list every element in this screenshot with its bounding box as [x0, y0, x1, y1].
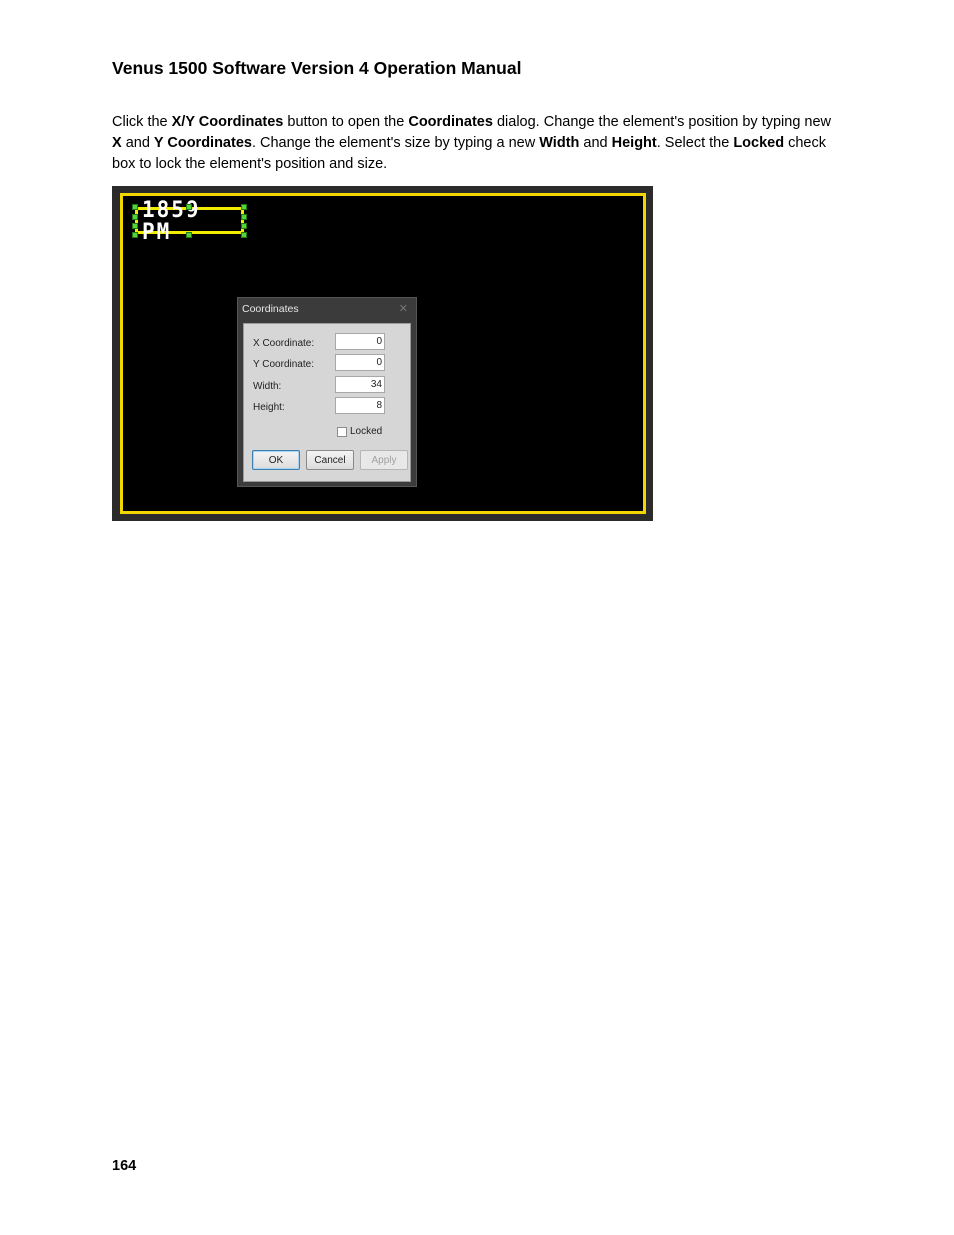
intro-text: dialog. Change the element's position by… — [492, 114, 832, 130]
y-coordinate-label: Y Coordinate: — [253, 359, 314, 370]
ok-button[interactable]: OK — [252, 450, 300, 470]
document-title: Venus 1500 Software Version 4 Operation … — [112, 58, 522, 78]
height-input[interactable] — [335, 397, 385, 414]
height-label: Height: — [253, 402, 285, 413]
resize-handle[interactable] — [241, 223, 247, 229]
intro-bold: Y Coordinates — [153, 135, 252, 151]
intro-text: . Change the element's size by typing a … — [251, 135, 540, 151]
y-coordinate-input[interactable] — [335, 354, 385, 371]
page-number: 164 — [112, 1158, 137, 1174]
locked-checkbox[interactable] — [337, 426, 347, 437]
cancel-button[interactable]: Cancel — [306, 450, 354, 470]
width-input[interactable] — [335, 376, 385, 393]
close-icon[interactable]: ✕ — [399, 302, 408, 315]
intro-bold: X/Y Coordinates — [171, 114, 284, 130]
sign-canvas[interactable]: 1859 PM Coordinates ✕ X Coordinate: Y Co… — [120, 193, 646, 514]
locked-option[interactable]: Locked — [337, 426, 382, 437]
intro-bold: Width — [539, 135, 580, 151]
intro-text: . Select the — [656, 135, 734, 151]
dialog-title: Coordinates — [242, 303, 299, 315]
resize-handle[interactable] — [132, 214, 138, 220]
x-coordinate-label: X Coordinate: — [253, 338, 315, 349]
intro-text: and — [121, 135, 154, 151]
editor-screenshot: 1859 PM Coordinates ✕ X Coordinate: Y Co… — [112, 186, 653, 521]
resize-handle[interactable] — [241, 204, 247, 210]
intro-text: button to open the — [283, 114, 409, 130]
selected-time-element[interactable]: 1859 PM — [135, 198, 244, 242]
intro-text: Click the — [112, 114, 172, 130]
resize-handle[interactable] — [186, 232, 192, 238]
resize-handle[interactable] — [186, 204, 192, 210]
intro-bold: X — [112, 135, 122, 151]
resize-handle[interactable] — [132, 232, 138, 238]
intro-bold: Height — [611, 135, 657, 151]
intro-bold: Locked — [733, 135, 785, 151]
intro-paragraph: Click the X/Y Coordinates button to open… — [112, 112, 832, 175]
apply-button[interactable]: Apply — [360, 450, 408, 470]
dialog-body: X Coordinate: Y Coordinate: Width: Heigh… — [243, 323, 411, 482]
resize-handle[interactable] — [241, 232, 247, 238]
intro-text: and — [579, 135, 612, 151]
resize-handle[interactable] — [241, 214, 247, 220]
coordinates-dialog: Coordinates ✕ X Coordinate: Y Coordinate… — [237, 297, 417, 487]
locked-label: Locked — [350, 426, 383, 437]
intro-bold: Coordinates — [408, 114, 493, 130]
width-label: Width: — [253, 381, 282, 392]
x-coordinate-input[interactable] — [335, 333, 385, 350]
resize-handle[interactable] — [132, 204, 138, 210]
resize-handle[interactable] — [132, 223, 138, 229]
